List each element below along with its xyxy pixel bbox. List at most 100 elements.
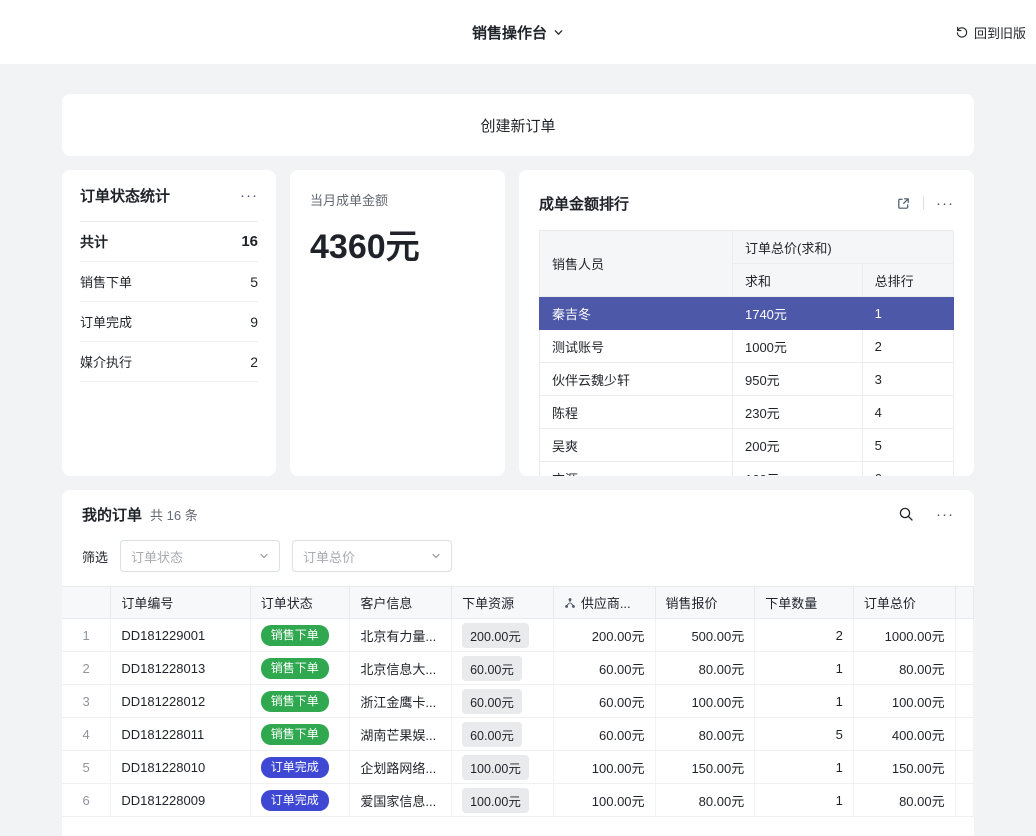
order-row[interactable]: 4 DD181228011 销售下单 湖南芒果娱... 60.00元 60.00…	[62, 718, 974, 751]
column-header-customer: 客户信息	[350, 587, 452, 619]
spacer-cell	[955, 685, 973, 718]
more-icon[interactable]: ···	[240, 188, 258, 203]
row-index: 3	[62, 685, 111, 718]
ranking-card: 成单金额排行 ··· 销售人员 订单总价(求和)	[519, 170, 974, 476]
ranking-row[interactable]: 方源 160元 6	[540, 462, 954, 477]
rank-value: 4	[862, 396, 953, 429]
sum-value: 200元	[732, 429, 862, 462]
order-id: DD181228010	[111, 751, 250, 784]
select-placeholder: 订单总价	[303, 547, 355, 566]
status-badge: 订单完成	[261, 790, 329, 811]
order-row[interactable]: 5 DD181228010 订单完成 企划路网络... 100.00元 100.…	[62, 751, 974, 784]
salesperson-name: 吴爽	[540, 429, 733, 462]
rank-value: 5	[862, 429, 953, 462]
stat-row[interactable]: 媒介执行 2	[80, 342, 258, 382]
select-placeholder: 订单状态	[131, 547, 183, 566]
more-icon[interactable]: ···	[936, 507, 954, 522]
rank-value: 6	[862, 462, 953, 477]
column-header-quantity: 下单数量	[755, 587, 854, 619]
supplier-cell: 60.00元	[553, 718, 655, 751]
status-badge: 订单完成	[261, 757, 329, 778]
supplier-cell: 200.00元	[553, 619, 655, 652]
rank-value: 3	[862, 363, 953, 396]
quote-cell: 150.00元	[655, 751, 755, 784]
create-order-button[interactable]: 创建新订单	[62, 94, 974, 156]
ranking-row[interactable]: 陈程 230元 4	[540, 396, 954, 429]
app-title-dropdown[interactable]: 销售操作台	[472, 22, 564, 43]
customer-cell: 北京信息大...	[350, 652, 452, 685]
sum-value: 1740元	[732, 297, 862, 330]
order-status-stats-card: 订单状态统计 ··· 共计 16 销售下单 5 订单完成 9 媒介执行 2	[62, 170, 276, 476]
search-icon[interactable]	[898, 506, 914, 522]
more-icon[interactable]: ···	[936, 196, 954, 211]
dashboard-content: 创建新订单 订单状态统计 ··· 共计 16 销售下单 5 订单完成 9 媒介执…	[0, 64, 1036, 836]
column-header-sum: 求和	[732, 264, 862, 297]
order-row[interactable]: 1 DD181229001 销售下单 北京有力量... 200.00元 200.…	[62, 619, 974, 652]
total-cell: 100.00元	[853, 685, 955, 718]
ranking-row[interactable]: 测试账号 1000元 2	[540, 330, 954, 363]
row-index: 6	[62, 784, 111, 817]
customer-cell: 湖南芒果娱...	[350, 718, 452, 751]
quantity-cell: 1	[755, 652, 854, 685]
column-header-salesperson: 销售人员	[540, 231, 733, 297]
quantity-cell: 1	[755, 685, 854, 718]
create-order-label: 创建新订单	[480, 115, 555, 136]
ranking-row[interactable]: 伙伴云魏少轩 950元 3	[540, 363, 954, 396]
spacer-cell	[955, 784, 973, 817]
order-row[interactable]: 6 DD181228009 订单完成 爱国家信息... 100.00元 100.…	[62, 784, 974, 817]
monthly-amount-card: 当月成单金额 4360元	[290, 170, 505, 476]
supplier-cell: 100.00元	[553, 751, 655, 784]
order-id: DD181229001	[111, 619, 250, 652]
app-title-text: 销售操作台	[472, 22, 547, 43]
ranking-row[interactable]: 秦吉冬 1740元 1	[540, 297, 954, 330]
total-cell: 400.00元	[853, 718, 955, 751]
widgets-row: 订单状态统计 ··· 共计 16 销售下单 5 订单完成 9 媒介执行 2 当月…	[62, 170, 974, 476]
salesperson-name: 伙伴云魏少轩	[540, 363, 733, 396]
quantity-cell: 2	[755, 619, 854, 652]
stat-row[interactable]: 订单完成 9	[80, 302, 258, 342]
filter-label: 筛选	[82, 547, 108, 566]
quote-cell: 80.00元	[655, 718, 755, 751]
restore-icon	[955, 25, 969, 39]
quote-cell: 80.00元	[655, 652, 755, 685]
order-row[interactable]: 3 DD181228012 销售下单 浙江金鹰卡... 60.00元 60.00…	[62, 685, 974, 718]
order-id: DD181228009	[111, 784, 250, 817]
column-header-resource: 下单资源	[452, 587, 554, 619]
quantity-cell: 5	[755, 718, 854, 751]
lookup-field-icon	[564, 597, 576, 609]
order-id: DD181228012	[111, 685, 250, 718]
order-total-filter-select[interactable]: 订单总价	[292, 540, 452, 572]
column-header-order-total: 订单总价(求和)	[732, 231, 953, 264]
customer-cell: 爱国家信息...	[350, 784, 452, 817]
sum-value: 230元	[732, 396, 862, 429]
amount-value: 4360元	[310, 219, 485, 268]
column-header-quote: 销售报价	[655, 587, 755, 619]
sum-value: 1000元	[732, 330, 862, 363]
chevron-down-icon	[431, 551, 441, 561]
column-header-total: 订单总价	[853, 587, 955, 619]
chevron-down-icon	[553, 27, 564, 38]
supplier-cell: 60.00元	[553, 685, 655, 718]
spacer-cell	[955, 619, 973, 652]
stat-label: 媒介执行	[80, 352, 132, 371]
customer-cell: 北京有力量...	[350, 619, 452, 652]
stat-row[interactable]: 销售下单 5	[80, 262, 258, 302]
column-header-spacer	[955, 587, 973, 619]
status-badge: 销售下单	[261, 691, 329, 712]
stat-row-total[interactable]: 共计 16	[80, 222, 258, 262]
status-badge: 销售下单	[261, 658, 329, 679]
back-to-old-version-link[interactable]: 回到旧版	[955, 0, 1026, 64]
order-id: DD181228013	[111, 652, 250, 685]
order-status-filter-select[interactable]: 订单状态	[120, 540, 280, 572]
row-index: 4	[62, 718, 111, 751]
ranking-row[interactable]: 吴爽 200元 5	[540, 429, 954, 462]
row-index: 2	[62, 652, 111, 685]
supplier-cell: 100.00元	[553, 784, 655, 817]
open-in-new-icon[interactable]	[896, 196, 911, 211]
order-row[interactable]: 2 DD181228013 销售下单 北京信息大... 60.00元 60.00…	[62, 652, 974, 685]
stat-label: 共计	[80, 232, 108, 252]
order-id: DD181228011	[111, 718, 250, 751]
total-cell: 80.00元	[853, 784, 955, 817]
resource-pill: 100.00元	[462, 788, 529, 813]
salesperson-name: 秦吉冬	[540, 297, 733, 330]
